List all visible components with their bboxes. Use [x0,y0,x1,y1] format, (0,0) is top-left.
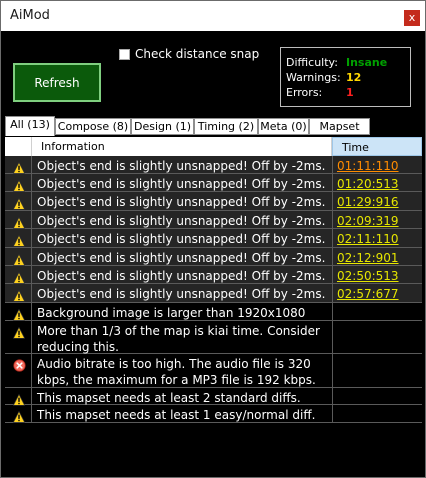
refresh-button[interactable]: Refresh [13,63,101,102]
tab-compose[interactable]: Compose (8) [55,118,131,135]
row-time-cell [332,303,422,320]
difficulty-stat: Difficulty: Insane [286,56,387,69]
row-icon-cell [5,354,32,387]
tab-timing[interactable]: Timing (2) [194,118,258,135]
table-row[interactable]: Background image is larger than 1920x108… [5,303,422,321]
distance-snap-label: Check distance snap [135,47,260,61]
row-icon-cell [5,321,32,353]
row-information: Object's end is slightly unsnapped! Off … [37,232,326,246]
table-row[interactable]: Object's end is slightly unsnapped! Off … [5,266,422,284]
warnings-label: Warnings: [286,71,341,84]
errors-stat: Errors: 1 [286,86,354,99]
timestamp-link[interactable]: 01:11:110 [337,158,399,174]
row-time-cell [332,405,422,422]
information-column-header[interactable]: Information [32,137,332,156]
row-icon-cell [5,229,32,247]
row-icon-cell [5,174,32,192]
time-column-header[interactable]: Time [332,137,422,156]
timestamp-link[interactable]: 02:57:677 [337,286,399,302]
difficulty-value: Insane [346,56,388,69]
row-icon-cell [5,192,32,210]
row-icon-cell [5,248,32,266]
row-time-cell: 02:57:677 [332,284,422,302]
error-icon [13,357,26,376]
results-table: Information Time Object's end is slightl… [5,137,422,423]
errors-label: Errors: [286,86,323,99]
table-row[interactable]: Object's end is slightly unsnapped! Off … [5,211,422,229]
row-information: Object's end is slightly unsnapped! Off … [37,269,326,283]
table-row[interactable]: This mapset needs at least 1 easy/normal… [5,405,422,423]
table-row[interactable]: Object's end is slightly unsnapped! Off … [5,192,422,211]
row-time-cell: 02:09:319 [332,211,422,228]
row-time-cell: 02:12:901 [332,248,422,265]
row-time-cell [332,388,422,404]
row-icon-cell [5,266,32,284]
table-row[interactable]: This mapset needs at least 2 standard di… [5,388,422,406]
table-row[interactable]: Audio bitrate is too high. The audio fil… [5,354,422,388]
table-row[interactable]: Object's end is slightly unsnapped! Off … [5,229,422,248]
warning-icon [12,324,26,343]
row-time-cell [332,321,422,353]
row-information: Object's end is slightly unsnapped! Off … [37,251,326,265]
row-information: This mapset needs at least 1 easy/normal… [37,408,316,422]
table-row[interactable]: Object's end is slightly unsnapped! Off … [5,284,422,303]
distance-snap-option[interactable]: Check distance snap [119,47,259,61]
row-information: Object's end is slightly unsnapped! Off … [37,287,326,301]
row-time-cell: 01:29:916 [332,192,422,210]
tab-design[interactable]: Design (1) [131,118,194,135]
row-icon-cell [5,388,32,406]
timestamp-link[interactable]: 02:09:319 [337,213,399,229]
tab-meta[interactable]: Meta (0) [258,118,309,135]
row-information: Object's end is slightly unsnapped! Off … [37,177,326,191]
table-row[interactable]: Object's end is slightly unsnapped! Off … [5,156,422,174]
row-icon-cell [5,156,32,174]
row-time-cell: 02:50:513 [332,266,422,283]
difficulty-label: Difficulty: [286,56,338,69]
warning-icon [12,408,26,427]
row-time-cell: 02:11:110 [332,229,422,247]
warnings-count: 12 [346,71,362,84]
row-time-cell: 01:20:513 [332,174,422,191]
aimod-window: AiMod x Refresh Check distance snap Diff… [0,0,426,478]
timestamp-link[interactable]: 01:20:513 [337,176,399,192]
icon-column-header[interactable] [5,137,32,156]
timestamp-link[interactable]: 02:12:901 [337,250,399,266]
window-title: AiMod [10,8,50,23]
close-icon: x [408,11,416,24]
errors-count: 1 [346,86,354,99]
warnings-stat: Warnings: 12 [286,71,361,84]
row-icon-cell [5,284,32,302]
row-information: Audio bitrate is too high. The audio fil… [37,357,316,387]
row-icon-cell [5,405,32,423]
table-row[interactable]: Object's end is slightly unsnapped! Off … [5,248,422,266]
row-icon-cell [5,303,32,321]
row-icon-cell [5,211,32,229]
row-time-cell: 01:11:110 [332,156,422,173]
row-information: This mapset needs at least 2 standard di… [37,391,301,405]
refresh-button-label: Refresh [34,75,80,90]
row-time-cell [332,354,422,387]
distance-snap-checkbox[interactable] [119,48,130,60]
timestamp-link[interactable]: 01:29:916 [337,194,399,210]
row-information: Object's end is slightly unsnapped! Off … [37,214,326,228]
title-bar: AiMod x [1,1,425,31]
timestamp-link[interactable]: 02:11:110 [337,231,399,247]
table-row[interactable]: More than 1/3 of the map is kiai time. C… [5,321,422,354]
row-information: Object's end is slightly unsnapped! Off … [37,159,326,173]
close-button[interactable]: x [404,10,420,26]
row-information: More than 1/3 of the map is kiai time. C… [37,324,320,354]
tab-mapset[interactable]: Mapset (2) [309,118,370,148]
stats-panel: Difficulty: Insane Warnings: 12 Errors: … [280,47,411,107]
row-information: Object's end is slightly unsnapped! Off … [37,195,326,209]
table-row[interactable]: Object's end is slightly unsnapped! Off … [5,174,422,192]
tab-all[interactable]: All (13) [5,116,55,136]
row-information: Background image is larger than 1920x108… [37,306,306,320]
timestamp-link[interactable]: 02:50:513 [337,268,399,284]
